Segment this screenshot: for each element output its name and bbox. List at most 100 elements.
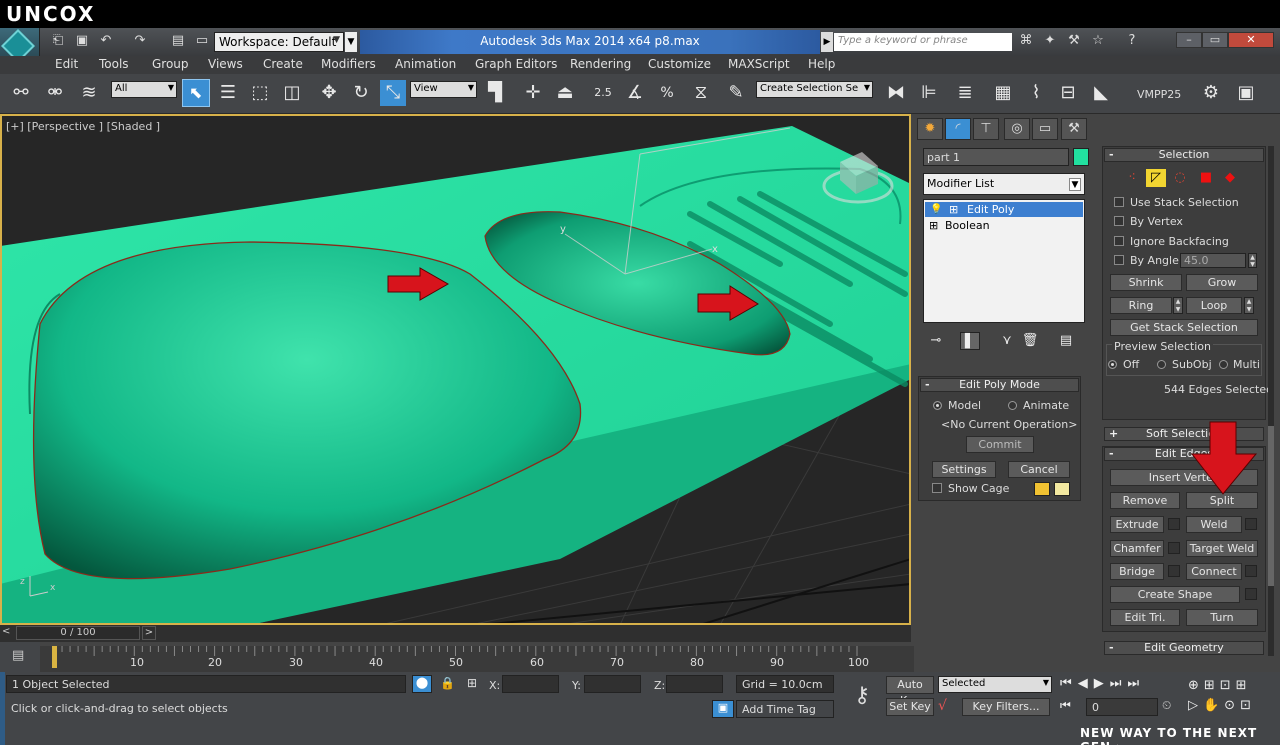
- title-expand-button[interactable]: ▶: [821, 32, 833, 52]
- animate-radio[interactable]: [1008, 401, 1017, 410]
- element-mode-icon[interactable]: ◆: [1220, 169, 1240, 187]
- key-tangent-icon[interactable]: √: [938, 698, 960, 716]
- key-mode-toggle-icon[interactable]: ⏮: [1060, 698, 1082, 716]
- motion-tab-icon[interactable]: ◎: [1004, 118, 1030, 140]
- select-by-name-icon[interactable]: ☰: [215, 80, 241, 106]
- target-weld-button[interactable]: Target Weld: [1186, 540, 1258, 557]
- schematic-view-icon[interactable]: ⊟: [1055, 80, 1081, 106]
- selection-header[interactable]: - Selection: [1104, 148, 1264, 162]
- cancel-button[interactable]: Cancel: [1008, 461, 1070, 478]
- menu-help[interactable]: Help: [808, 57, 835, 71]
- remove-button[interactable]: Remove: [1110, 492, 1180, 509]
- weld-settings-icon[interactable]: [1245, 518, 1257, 530]
- chamfer-button[interactable]: Chamfer: [1110, 540, 1164, 557]
- create-shape-button[interactable]: Create Shape: [1110, 586, 1240, 603]
- vertex-mode-icon[interactable]: ⁖: [1122, 169, 1142, 187]
- search-input[interactable]: Type a keyword or phrase: [834, 33, 1012, 51]
- set-key-button[interactable]: Set Key: [886, 698, 934, 716]
- x-coordinate-field[interactable]: [502, 675, 559, 693]
- edit-tri-button[interactable]: Edit Tri.: [1110, 609, 1180, 626]
- curve-editor-icon[interactable]: ⌇: [1023, 80, 1049, 106]
- weld-button[interactable]: Weld: [1186, 516, 1242, 533]
- edit-geometry-header[interactable]: - Edit Geometry: [1104, 641, 1264, 655]
- preview-subobj-radio[interactable]: [1157, 360, 1166, 369]
- bridge-button[interactable]: Bridge: [1110, 563, 1164, 580]
- menu-maxscript[interactable]: MAXScript: [728, 57, 790, 71]
- reference-coordinate-dropdown[interactable]: View ▼: [410, 81, 477, 98]
- minimize-button[interactable]: –: [1176, 32, 1202, 48]
- undo-icon[interactable]: ↶: [98, 33, 114, 49]
- select-manipulate-icon[interactable]: ✛: [520, 80, 546, 106]
- track-bar-toggle[interactable]: ▤: [0, 642, 40, 672]
- object-color-swatch[interactable]: [1073, 148, 1089, 166]
- time-tag-icon[interactable]: ▣: [712, 700, 734, 718]
- rendered-frame-icon[interactable]: ▣: [1233, 80, 1259, 106]
- maximize-button[interactable]: ▭: [1202, 32, 1228, 48]
- connect-button[interactable]: Connect: [1186, 563, 1242, 580]
- communication-center-icon[interactable]: ✦: [1042, 33, 1058, 49]
- angle-spinner[interactable]: ▲ ▼: [1248, 253, 1257, 268]
- menu-tools[interactable]: Tools: [99, 57, 129, 71]
- by-angle-checkbox[interactable]: [1114, 255, 1124, 265]
- cage-selected-color-swatch[interactable]: [1054, 482, 1070, 496]
- time-slider-prev-icon[interactable]: <: [2, 626, 10, 637]
- expand-icon[interactable]: ⊞: [945, 202, 958, 217]
- angle-value-field[interactable]: 45.0: [1180, 253, 1246, 268]
- auto-key-button[interactable]: Auto Key: [886, 676, 934, 707]
- menu-group[interactable]: Group: [152, 57, 189, 71]
- menu-graph-editors[interactable]: Graph Editors: [475, 57, 557, 71]
- scale-icon[interactable]: ⤡: [380, 80, 406, 106]
- utilities-tab-icon[interactable]: ⚒: [1061, 118, 1087, 140]
- extrude-settings-icon[interactable]: [1168, 518, 1180, 530]
- pin-stack-icon[interactable]: ⊸: [926, 332, 946, 350]
- named-selection-dropdown[interactable]: Create Selection Se ▼: [756, 81, 873, 98]
- settings-button[interactable]: Settings: [932, 461, 996, 478]
- display-tab-icon[interactable]: ▭: [1032, 118, 1058, 140]
- binoculars-icon[interactable]: ⌘: [1018, 33, 1034, 49]
- menu-create[interactable]: Create: [263, 57, 303, 71]
- key-filters-button[interactable]: Key Filters...: [962, 698, 1050, 716]
- material-editor-icon[interactable]: ◣: [1088, 80, 1114, 106]
- bridge-settings-icon[interactable]: [1168, 565, 1180, 577]
- edge-mode-icon[interactable]: ◸: [1146, 169, 1166, 187]
- workspace-dropdown[interactable]: Workspace: Default ▼: [214, 32, 344, 52]
- scrollbar-thumb[interactable]: [1268, 426, 1274, 586]
- command-panel-scrollbar[interactable]: [1268, 146, 1274, 656]
- unlink-icon[interactable]: ⚮: [42, 80, 68, 106]
- move-icon[interactable]: ✥: [316, 80, 342, 106]
- snaps-toggle[interactable]: 2.5: [590, 80, 616, 106]
- time-slider-thumb[interactable]: 0 / 100: [16, 626, 140, 640]
- rect-selection-icon[interactable]: ⬚: [247, 80, 273, 106]
- shrink-button[interactable]: Shrink: [1110, 274, 1182, 291]
- subscription-icon[interactable]: ⚒: [1066, 33, 1082, 49]
- workspace-menu-button[interactable]: ▼: [345, 32, 357, 52]
- menu-views[interactable]: Views: [208, 57, 243, 71]
- make-unique-icon[interactable]: ⋎: [997, 332, 1017, 350]
- render-setup-icon[interactable]: ⚙: [1198, 80, 1224, 106]
- turn-button[interactable]: Turn: [1186, 609, 1258, 626]
- angle-snap-icon[interactable]: ∡: [622, 80, 648, 106]
- isolate-selection-icon[interactable]: ⬤: [412, 675, 432, 693]
- menu-modifiers[interactable]: Modifiers: [321, 57, 376, 71]
- remove-modifier-icon[interactable]: 🗑: [1020, 332, 1040, 350]
- cage-color-swatch[interactable]: [1034, 482, 1050, 496]
- layer-manager-icon[interactable]: ≣: [952, 80, 978, 106]
- get-stack-selection-button[interactable]: Get Stack Selection: [1110, 319, 1258, 336]
- ring-button[interactable]: Ring: [1110, 297, 1172, 314]
- project-folder-icon[interactable]: ▤: [170, 33, 186, 49]
- selection-filter-dropdown[interactable]: All ▼: [111, 81, 177, 98]
- close-button[interactable]: ✕: [1228, 32, 1274, 48]
- connect-settings-icon[interactable]: [1245, 565, 1257, 577]
- perspective-viewport[interactable]: y x z x: [0, 114, 911, 625]
- spinner-snap-icon[interactable]: ⧖: [688, 80, 714, 106]
- save-icon[interactable]: ▣: [74, 33, 90, 49]
- link-icon[interactable]: ⚯: [8, 80, 34, 106]
- playback-controls[interactable]: ⏮◀▶⏭⏭: [1060, 676, 1180, 694]
- time-config-icon[interactable]: ⏲: [1162, 698, 1184, 716]
- current-frame-marker[interactable]: [52, 646, 57, 668]
- show-end-result-icon[interactable]: ▌: [960, 332, 980, 350]
- add-time-tag-button[interactable]: Add Time Tag: [736, 700, 834, 718]
- set-key-icon[interactable]: ⚷: [842, 676, 882, 716]
- time-slider-next-icon[interactable]: >: [142, 626, 156, 640]
- help-icon[interactable]: ?: [1124, 33, 1140, 49]
